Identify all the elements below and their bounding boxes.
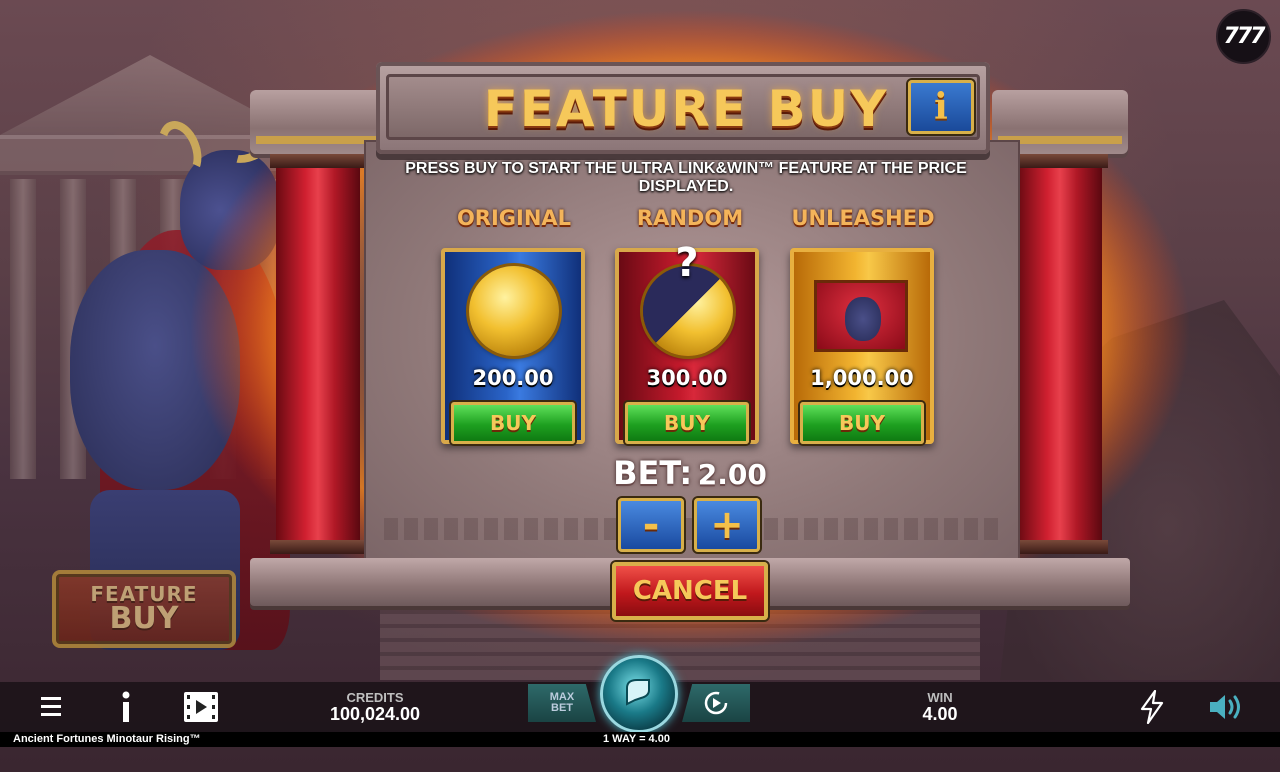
- turbo-button[interactable]: [1136, 688, 1168, 726]
- speaker-icon: [1210, 695, 1240, 719]
- bet-decrease-button[interactable]: -: [618, 498, 684, 552]
- studio-logo: 777: [1216, 9, 1271, 64]
- video-button[interactable]: [182, 690, 220, 724]
- instructions-text: PRESS BUY TO START THE ULTRA LINK&WIN™ F…: [405, 160, 967, 195]
- bet-value: 2.00: [697, 458, 767, 491]
- option-original-card: 200.00 BUY: [441, 248, 585, 444]
- option-original-label: ORIGINAL: [456, 206, 572, 230]
- spin-button[interactable]: [600, 655, 678, 733]
- max-bet-line2: BET: [551, 702, 573, 714]
- footer-bar: Ancient Fortunes Minotaur Rising™ 1 WAY …: [0, 732, 1280, 747]
- option-original-price: 200.00: [472, 366, 554, 390]
- info-button[interactable]: i: [908, 80, 974, 134]
- bet-display: BET: 2.00: [600, 454, 780, 492]
- option-random-price: 300.00: [646, 366, 728, 390]
- option-unleashed-card: 1,000.00 BUY: [790, 248, 934, 444]
- credits-value: 100,024.00: [329, 704, 421, 724]
- option-unleashed-label: UNLEASHED: [791, 206, 935, 230]
- option-random-card: ? 300.00 BUY: [615, 240, 759, 444]
- buy-random-button[interactable]: BUY: [625, 402, 749, 444]
- menu-icon: [41, 697, 61, 716]
- spin-icon: [626, 679, 650, 706]
- win-value: 4.00: [922, 704, 958, 724]
- autoplay-button[interactable]: [682, 684, 750, 722]
- autoplay-icon: [704, 691, 728, 715]
- win-label: WIN: [927, 690, 953, 705]
- question-mark-icon: ?: [675, 240, 699, 286]
- video-icon: [184, 692, 218, 722]
- bet-increase-button[interactable]: +: [694, 498, 760, 552]
- buy-original-button[interactable]: BUY: [451, 402, 575, 444]
- feature-buy-button[interactable]: FEATURE BUY: [52, 570, 236, 648]
- info-icon: [122, 691, 130, 722]
- bet-label: BET:: [613, 454, 693, 492]
- sound-button[interactable]: [1206, 690, 1250, 724]
- title-bar: FEATURE BUY: [376, 62, 990, 154]
- option-unleashed-price: 1,000.00: [810, 366, 914, 390]
- option-random-label: RANDOM: [636, 206, 744, 230]
- game-name: Ancient Fortunes Minotaur Rising™: [13, 733, 201, 745]
- feature-buy-line2: BUY: [109, 601, 179, 636]
- lightning-icon: [1140, 690, 1164, 724]
- info-hud-button[interactable]: [110, 690, 142, 724]
- info-icon: i: [934, 86, 948, 128]
- dialog-title: FEATURE BUY: [483, 80, 889, 138]
- menu-button[interactable]: [34, 690, 68, 724]
- cancel-button[interactable]: CANCEL: [612, 562, 768, 620]
- minotaur-portrait-icon: [814, 280, 908, 352]
- credits-label: CREDITS: [346, 690, 404, 705]
- buy-unleashed-button[interactable]: BUY: [800, 402, 924, 444]
- gold-coin-icon: [469, 266, 559, 356]
- max-bet-button[interactable]: MAX BET: [528, 684, 596, 722]
- ways-info: 1 WAY = 4.00: [603, 733, 670, 745]
